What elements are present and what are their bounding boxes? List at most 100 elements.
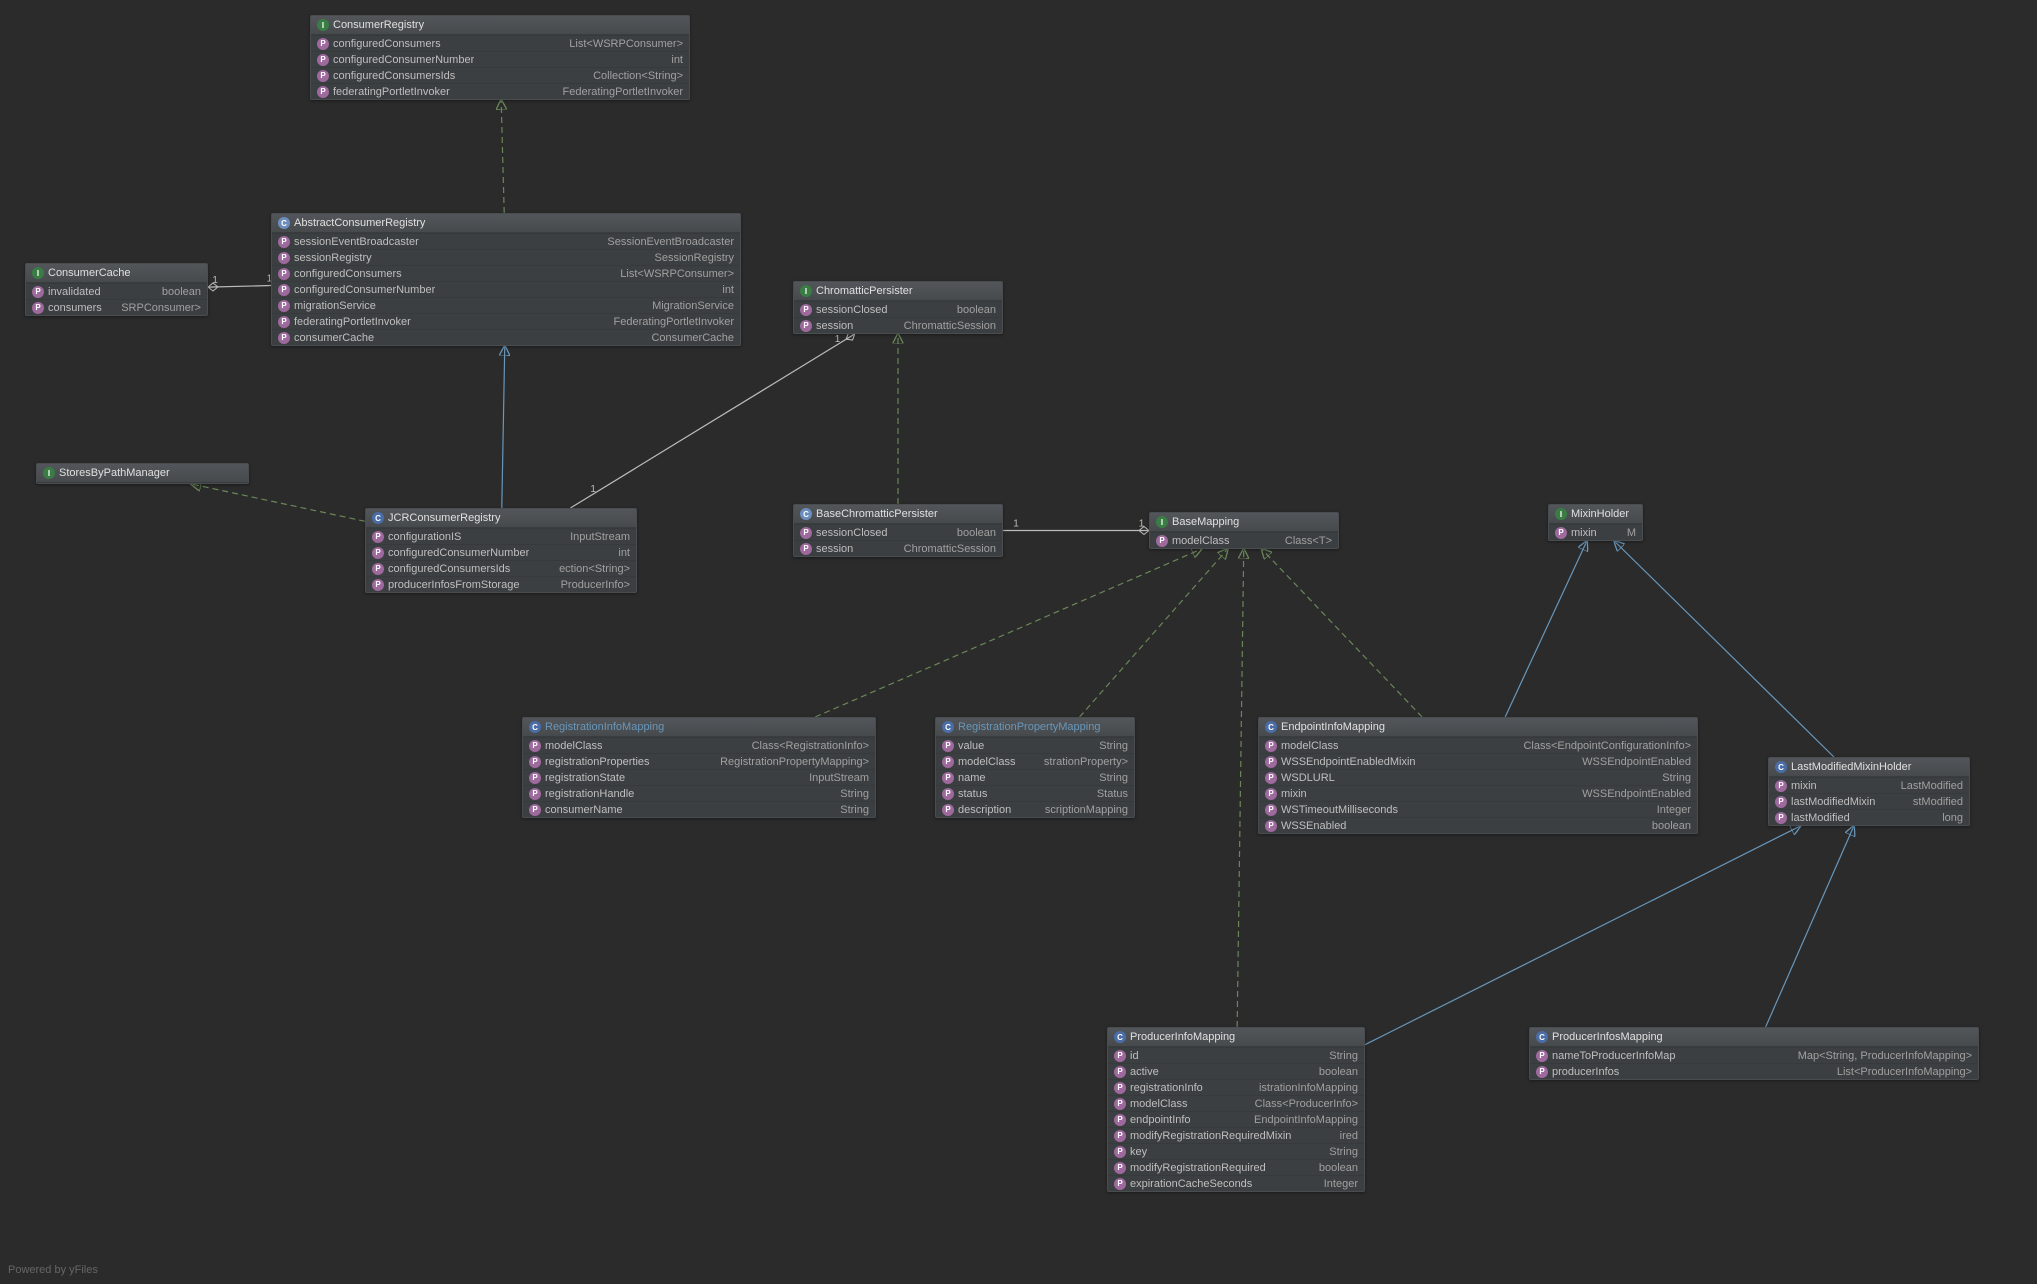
property-row[interactable]: PregistrationHandleString [523,785,875,801]
edge[interactable] [191,484,365,521]
property-row[interactable]: PsessionClosedboolean [794,301,1002,317]
property-row[interactable]: PconfigurationISInputStream [366,528,636,544]
property-row[interactable]: PWSTimeoutMillisecondsInteger [1259,801,1697,817]
property-row[interactable]: PsessionRegistrySessionRegistry [272,249,740,265]
property-row[interactable]: PstatusStatus [936,785,1134,801]
property-icon: P [529,804,541,816]
node-header[interactable]: CLastModifiedMixinHolder [1769,758,1969,777]
node-chromatticPersister[interactable]: IChromatticPersisterPsessionClosedboolea… [793,281,1003,334]
property-row[interactable]: PmodelClassClass<ProducerInfo> [1108,1095,1364,1111]
property-row[interactable]: PfederatingPortletInvokerFederatingPortl… [272,313,740,329]
property-row[interactable]: PconsumersSRPConsumer> [26,299,207,315]
property-row[interactable]: PconsumerCacheConsumerCache [272,329,740,345]
node-header[interactable]: IConsumerCache [26,264,207,283]
node-header[interactable]: IMixinHolder [1549,505,1642,524]
property-row[interactable]: PconsumerNameString [523,801,875,817]
node-jcrConsumerRegistry[interactable]: CJCRConsumerRegistryPconfigurationISInpu… [365,508,637,593]
node-header[interactable]: CRegistrationPropertyMapping [936,718,1134,737]
property-row[interactable]: PsessionChromatticSession [794,540,1002,556]
property-row[interactable]: PconfiguredConsumerNumberint [311,51,689,67]
node-header[interactable]: CRegistrationInfoMapping [523,718,875,737]
node-mixinHolder[interactable]: IMixinHolderPmixinM [1548,504,1643,541]
property-row[interactable]: PregistrationPropertiesRegistrationPrope… [523,753,875,769]
property-row[interactable]: PproducerInfosList<ProducerInfoMapping> [1530,1063,1978,1079]
property-row[interactable]: PsessionChromatticSession [794,317,1002,333]
property-row[interactable]: PdescriptionscriptionMapping [936,801,1134,817]
property-row[interactable]: PnameString [936,769,1134,785]
node-header[interactable]: IChromatticPersister [794,282,1002,301]
node-header[interactable]: IBaseMapping [1150,513,1338,532]
property-row[interactable]: PmixinWSSEndpointEnabled [1259,785,1697,801]
edge[interactable] [570,334,854,508]
node-header[interactable]: CAbstractConsumerRegistry [272,214,740,233]
property-row[interactable]: PsessionEventBroadcasterSessionEventBroa… [272,233,740,249]
property-row[interactable]: PvalueString [936,737,1134,753]
node-consumerCache[interactable]: IConsumerCachePinvalidatedbooleanPconsum… [25,263,208,316]
edge[interactable] [1365,826,1800,1045]
node-registrationPropertyMapping[interactable]: CRegistrationPropertyMappingPvalueString… [935,717,1135,818]
interface-icon: I [1555,508,1567,520]
edge[interactable] [208,286,271,288]
node-producerInfoMapping[interactable]: CProducerInfoMappingPidStringPactivebool… [1107,1027,1365,1192]
property-row[interactable]: PfederatingPortletInvokerFederatingPortl… [311,83,689,99]
edge[interactable] [1262,549,1422,717]
node-header[interactable]: CProducerInfosMapping [1530,1028,1978,1047]
node-header[interactable]: CProducerInfoMapping [1108,1028,1364,1047]
property-row[interactable]: PWSSEndpointEnabledMixinWSSEndpointEnabl… [1259,753,1697,769]
property-row[interactable]: PmodelClassClass<T> [1150,532,1338,548]
property-row[interactable]: PmodelClassClass<EndpointConfigurationIn… [1259,737,1697,753]
node-header[interactable]: CJCRConsumerRegistry [366,509,636,528]
node-lastModifiedMixinHolder[interactable]: CLastModifiedMixinHolderPmixinLastModifi… [1768,757,1970,826]
node-consumerRegistry[interactable]: IConsumerRegistryPconfiguredConsumersLis… [310,15,690,100]
property-row[interactable]: PconfiguredConsumersIdsCollection<String… [311,67,689,83]
property-row[interactable]: PidString [1108,1047,1364,1063]
property-row[interactable]: PregistrationStateInputStream [523,769,875,785]
property-row[interactable]: PnameToProducerInfoMapMap<String, Produc… [1530,1047,1978,1063]
property-row[interactable]: PmodifyRegistrationRequiredboolean [1108,1159,1364,1175]
edge[interactable] [1766,826,1854,1027]
property-row[interactable]: PWSDLURLString [1259,769,1697,785]
node-endpointInfoMapping[interactable]: CEndpointInfoMappingPmodelClassClass<End… [1258,717,1698,834]
property-row[interactable]: PexpirationCacheSecondsInteger [1108,1175,1364,1191]
property-type: Map<String, ProducerInfoMapping> [1798,1050,1972,1062]
property-row[interactable]: PlastModifiedlong [1769,809,1969,825]
node-header[interactable]: IConsumerRegistry [311,16,689,35]
node-header[interactable]: CEndpointInfoMapping [1259,718,1697,737]
edge[interactable] [502,346,505,508]
property-row[interactable]: PlastModifiedMixinstModified [1769,793,1969,809]
class-icon: C [372,512,384,524]
property-row[interactable]: PconfiguredConsumersList<WSRPConsumer> [311,35,689,51]
property-row[interactable]: PmixinM [1549,524,1642,540]
node-baseChromatticPersister[interactable]: CBaseChromatticPersisterPsessionClosedbo… [793,504,1003,557]
node-header[interactable]: IStoresByPathManager [37,464,248,483]
edge[interactable] [1505,541,1587,717]
property-row[interactable]: PconfiguredConsumerNumberint [272,281,740,297]
property-row[interactable]: PWSSEnabledboolean [1259,817,1697,833]
property-row[interactable]: Pinvalidatedboolean [26,283,207,299]
node-producerInfosMapping[interactable]: CProducerInfosMappingPnameToProducerInfo… [1529,1027,1979,1080]
property-row[interactable]: PproducerInfosFromStorageProducerInfo> [366,576,636,592]
diagram-canvas[interactable]: 111111 IConsumerRegistryPconfiguredConsu… [0,0,2037,1284]
node-baseMapping[interactable]: IBaseMappingPmodelClassClass<T> [1149,512,1339,549]
property-row[interactable]: PconfiguredConsumersList<WSRPConsumer> [272,265,740,281]
property-row[interactable]: Pactiveboolean [1108,1063,1364,1079]
edge[interactable] [1237,549,1244,1027]
node-header[interactable]: CBaseChromatticPersister [794,505,1002,524]
edge[interactable] [815,549,1201,717]
property-row[interactable]: PconfiguredConsumersIdsection<String> [366,560,636,576]
node-registrationInfoMapping[interactable]: CRegistrationInfoMappingPmodelClassClass… [522,717,876,818]
node-abstractConsumerRegistry[interactable]: CAbstractConsumerRegistryPsessionEventBr… [271,213,741,346]
property-row[interactable]: PmigrationServiceMigrationService [272,297,740,313]
property-row[interactable]: PmodifyRegistrationRequiredMixinired [1108,1127,1364,1143]
property-row[interactable]: PmodelClassstrationProperty> [936,753,1134,769]
property-row[interactable]: PsessionClosedboolean [794,524,1002,540]
property-row[interactable]: PkeyString [1108,1143,1364,1159]
property-row[interactable]: PmodelClassClass<RegistrationInfo> [523,737,875,753]
edge[interactable] [1080,549,1228,717]
node-storesByPathManager[interactable]: IStoresByPathManager [36,463,249,484]
property-row[interactable]: PconfiguredConsumerNumberint [366,544,636,560]
edge[interactable] [501,100,504,213]
property-row[interactable]: PmixinLastModified [1769,777,1969,793]
property-row[interactable]: PregistrationInfoistrationInfoMapping [1108,1079,1364,1095]
property-row[interactable]: PendpointInfoEndpointInfoMapping [1108,1111,1364,1127]
